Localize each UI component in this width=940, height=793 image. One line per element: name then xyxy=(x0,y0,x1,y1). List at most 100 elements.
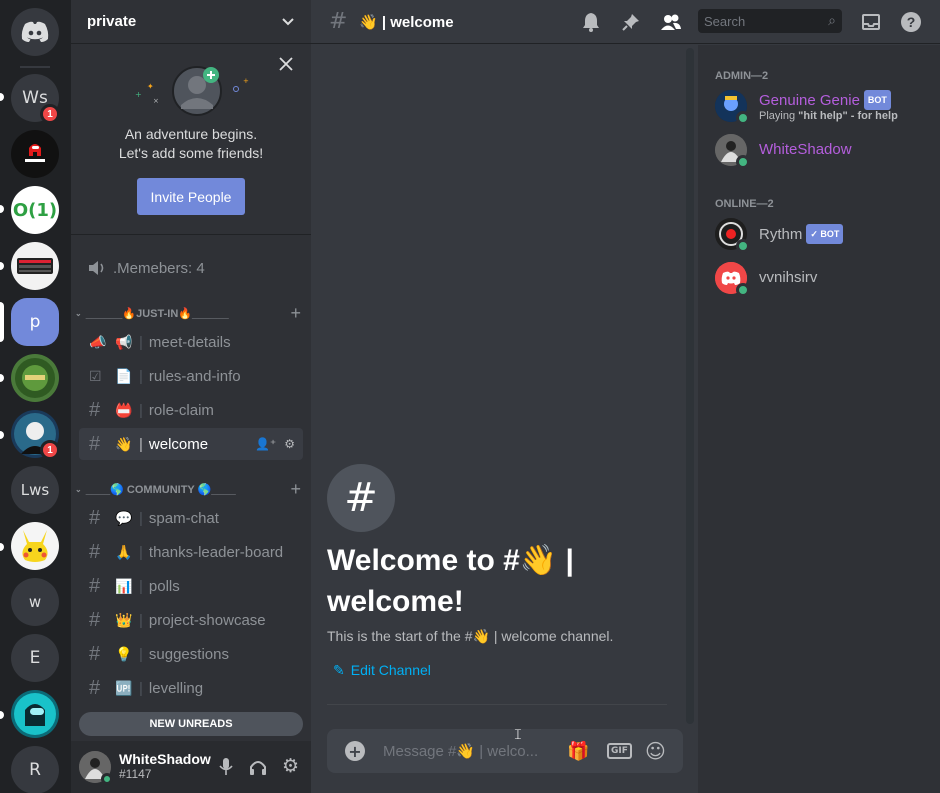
upload-plus-icon[interactable]: + xyxy=(345,741,365,761)
welcome-title-line1: Welcome to #👋 | xyxy=(327,544,574,577)
server-label: p xyxy=(29,312,41,332)
server-among-us[interactable] xyxy=(11,130,59,178)
member-info: Rythm ✓ BOT xyxy=(759,224,844,244)
category-just-in[interactable]: ⌄ ______🔥JUST-IN🔥______ + xyxy=(75,303,305,323)
user-info[interactable]: WhiteShadow #1147 xyxy=(119,752,211,782)
server-green-crest[interactable] xyxy=(11,354,59,402)
channel-levelling[interactable]: # 🆙 | levelling xyxy=(79,672,303,704)
channel-separator: | xyxy=(139,509,143,527)
channel-emoji: 📄 xyxy=(115,367,133,384)
close-icon[interactable] xyxy=(279,57,293,71)
invite-promo: ✦ + × + An adventure begins. Let's add s… xyxy=(71,45,311,235)
server-label: R xyxy=(29,760,41,780)
server-o1[interactable]: O(1) xyxy=(11,186,59,234)
channel-suggestions[interactable]: # 💡 | suggestions xyxy=(79,638,303,670)
category-community[interactable]: ⌄ ____🌎 COMMUNITY 🌎____ + xyxy=(75,479,305,499)
channel-tools: 👤⁺ ⚙ xyxy=(255,437,295,451)
member-name: Genuine Genie xyxy=(759,92,860,109)
server-label: E xyxy=(29,648,41,668)
server-keyboard[interactable] xyxy=(11,242,59,290)
bell-icon[interactable] xyxy=(579,10,603,34)
gear-icon[interactable]: ⚙ xyxy=(282,757,299,777)
search-input[interactable]: Search ⌕ xyxy=(698,9,842,33)
mention-badge: 1 xyxy=(40,104,60,124)
member-genuine-genie[interactable]: Genuine Genie BOT Playing "hit help" - fo… xyxy=(715,86,935,126)
hash-icon: # xyxy=(89,608,101,631)
hash-icon: # xyxy=(89,574,101,597)
message-input[interactable]: Message #👋 | welco... xyxy=(383,742,538,760)
channel-project-showcase[interactable]: # 👑 | project-showcase xyxy=(79,604,303,636)
pencil-icon: ✎ xyxy=(333,662,345,678)
channel-role-claim[interactable]: # 📛 | role-claim xyxy=(79,394,303,426)
voice-channel[interactable]: .Memebers: 4 xyxy=(87,257,205,279)
hash-icon: # xyxy=(89,506,101,529)
channel-welcome[interactable]: # 👋 | welcome 👤⁺ ⚙ xyxy=(79,428,303,460)
member-whiteshadow[interactable]: WhiteShadow xyxy=(715,130,935,170)
channel-emoji: 👋 xyxy=(115,435,133,452)
channel-emoji: 📛 xyxy=(115,401,133,418)
member-info: WhiteShadow xyxy=(759,141,852,159)
avatar xyxy=(715,90,750,125)
invite-people-button[interactable]: Invite People xyxy=(137,178,245,215)
text-cursor-icon: 𝙸 xyxy=(513,727,523,743)
channel-separator: | xyxy=(139,333,143,351)
server-header[interactable]: private xyxy=(71,0,311,44)
among-us-character-server-icon xyxy=(14,693,56,735)
server-pikachu[interactable] xyxy=(11,522,59,570)
server-w[interactable]: w xyxy=(11,578,59,626)
headphones-icon[interactable] xyxy=(248,757,268,777)
svg-text:+: + xyxy=(243,77,249,85)
microphone-icon[interactable] xyxy=(218,757,234,777)
gear-icon[interactable]: ⚙ xyxy=(284,437,295,451)
member-name: Rythm xyxy=(759,226,803,243)
channel-separator: | xyxy=(139,611,143,629)
help-icon[interactable]: ? xyxy=(899,10,923,34)
channel-polls[interactable]: # 📊 | polls xyxy=(79,570,303,602)
new-unreads-button[interactable]: NEW UNREADS xyxy=(79,712,303,736)
keyboard-server-icon xyxy=(17,258,53,274)
server-among-us-character[interactable] xyxy=(11,690,59,738)
channel-separator: | xyxy=(139,401,143,419)
gif-button[interactable]: GIF xyxy=(607,743,632,759)
role-header-admin: ADMIN—2 xyxy=(715,70,769,82)
search-icon: ⌕ xyxy=(828,12,836,28)
hash-icon: # xyxy=(329,9,348,34)
chat-scrollbar[interactable] xyxy=(686,48,694,724)
member-rythm[interactable]: Rythm ✓ BOT xyxy=(715,214,935,254)
channel-meet-details[interactable]: 📣 📢 | meet-details xyxy=(79,326,303,358)
unread-pill xyxy=(0,374,4,382)
channel-spam-chat[interactable]: # 💬 | spam-chat xyxy=(79,502,303,534)
inbox-icon[interactable] xyxy=(859,10,883,34)
add-channel-icon[interactable]: + xyxy=(290,479,301,500)
channel-topbar: # 👋 | welcome Search ⌕ ? xyxy=(311,0,940,44)
pikachu-server-icon xyxy=(22,530,48,562)
member-vvnihsirv[interactable]: vvnihsirv xyxy=(715,258,935,298)
avatar xyxy=(715,134,750,169)
channel-name: suggestions xyxy=(148,645,229,663)
server-list: Ws 1 O(1) p 1 Lws w E R xyxy=(0,0,71,793)
create-invite-icon[interactable]: 👤⁺ xyxy=(255,437,276,451)
server-lws[interactable]: Lws xyxy=(11,466,59,514)
channel-rules-and-info[interactable]: ☑ 📄 | rules-and-info xyxy=(79,360,303,392)
unread-pill xyxy=(0,711,4,719)
pin-icon[interactable] xyxy=(619,10,643,34)
server-p[interactable]: p xyxy=(11,298,59,346)
member-list-icon[interactable] xyxy=(659,10,683,34)
channel-thanks-leader-board[interactable]: # 🙏 | thanks-leader-board xyxy=(79,536,303,568)
home-button[interactable] xyxy=(11,8,59,56)
edit-channel-link[interactable]: ✎ Edit Channel xyxy=(333,662,431,679)
online-status-icon xyxy=(736,239,750,253)
channel-separator: | xyxy=(139,543,143,561)
server-r[interactable]: R xyxy=(11,746,59,793)
avatar[interactable] xyxy=(79,751,113,785)
add-channel-icon[interactable]: + xyxy=(290,303,301,324)
gift-icon[interactable]: 🎁 xyxy=(567,741,589,762)
channel-name: meet-details xyxy=(148,333,231,351)
speaker-icon xyxy=(89,261,104,275)
channel-emoji: 👑 xyxy=(115,611,133,628)
server-e[interactable]: E xyxy=(11,634,59,682)
message-composer[interactable]: + Message #👋 | welco... 🎁 GIF ☺ xyxy=(327,729,683,773)
emoji-icon[interactable]: ☺ xyxy=(645,739,666,763)
activity-text: "hit help" - for help xyxy=(798,110,898,122)
channel-name: welcome xyxy=(148,435,209,453)
